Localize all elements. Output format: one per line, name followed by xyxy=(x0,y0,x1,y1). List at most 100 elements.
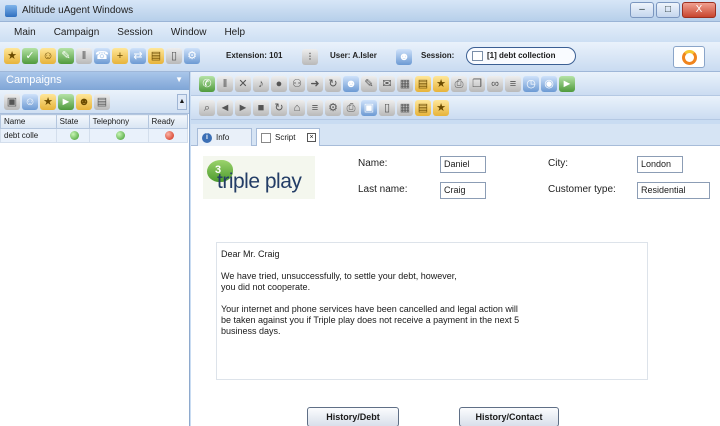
city-label: City: xyxy=(548,158,568,169)
column-header-name[interactable]: Name xyxy=(0,114,57,129)
city-field[interactable]: London xyxy=(637,156,683,173)
campaigns-title: Campaigns xyxy=(6,74,62,86)
mute-icon[interactable]: ♪ xyxy=(253,76,269,92)
column-header-state[interactable]: State xyxy=(55,114,90,129)
next-icon[interactable]: ► xyxy=(559,76,575,92)
pause-icon[interactable]: ‖ xyxy=(76,48,92,64)
campaign-open-icon[interactable]: ▣ xyxy=(4,94,20,110)
customer-type-field[interactable]: Residential xyxy=(637,182,710,199)
user-icon[interactable]: ☻ xyxy=(396,49,412,65)
session-label: Session: xyxy=(421,51,455,60)
letter-line-4: be taken against you if Triple play does… xyxy=(221,315,520,325)
close-icon[interactable]: × xyxy=(307,133,316,142)
navigation-toolbar: ⌕ ◄ ► ■ ↻ ⌂ ≡ ⚙ ⎙ ▣ ▯ ▦ ▤ ★ xyxy=(191,96,720,120)
chevron-down-icon[interactable]: ▼ xyxy=(175,75,183,84)
nav-view-icon[interactable]: ▣ xyxy=(361,100,377,116)
document-icon xyxy=(261,133,271,143)
call-toolbar: ✆ ‖ ✕ ♪ ● ⚇ ➜ ↻ ☻ ✎ ✉ ▦ ▤ ★ ⎙ ❐ ∞ ≡ ◷ ◉ … xyxy=(191,72,720,96)
menu-campaign[interactable]: Campaign xyxy=(48,27,112,38)
campaigns-toolbar: ▣ ☺ ★ ► ☻ ▤ ▲ xyxy=(0,90,189,114)
copy-icon[interactable]: ❐ xyxy=(469,76,485,92)
history-contact-button[interactable]: History/Contact xyxy=(459,407,559,426)
print-icon[interactable]: ⎙ xyxy=(451,76,467,92)
state-green-icon xyxy=(69,131,79,141)
redial-icon[interactable]: ↻ xyxy=(325,76,341,92)
nav-refresh-icon[interactable]: ↻ xyxy=(271,100,287,116)
agent-icon[interactable]: ☻ xyxy=(343,76,359,92)
conference-icon[interactable]: ⚇ xyxy=(289,76,305,92)
campaign-ready-icon[interactable]: ★ xyxy=(40,94,56,110)
star-icon[interactable]: ★ xyxy=(433,76,449,92)
nav-print-icon[interactable]: ⎙ xyxy=(343,100,359,116)
nav-back-icon[interactable]: ◄ xyxy=(217,100,233,116)
letter-salutation: Dear Mr. Craig xyxy=(221,249,280,259)
forward-icon[interactable]: ➜ xyxy=(307,76,323,92)
nav-star-icon[interactable]: ★ xyxy=(433,100,449,116)
maximize-button[interactable]: □ xyxy=(656,2,680,18)
ready-cell xyxy=(147,128,189,143)
list-icon[interactable]: ≡ xyxy=(505,76,521,92)
campaign-properties-icon[interactable]: ▤ xyxy=(94,94,110,110)
nav-list-icon[interactable]: ≡ xyxy=(307,100,323,116)
link-icon[interactable]: ∞ xyxy=(487,76,503,92)
folder-open-icon[interactable]: ▤ xyxy=(415,76,431,92)
add-contact-icon[interactable]: + xyxy=(112,48,128,64)
minimize-button[interactable]: – xyxy=(630,2,654,18)
column-header-ready[interactable]: Ready xyxy=(147,114,189,129)
ready-red-icon xyxy=(164,131,174,141)
nav-settings-icon[interactable]: ⚙ xyxy=(325,100,341,116)
scroll-up-icon[interactable]: ▲ xyxy=(177,94,187,110)
ready-icon[interactable]: ✓ xyxy=(22,48,38,64)
clock-icon[interactable]: ◷ xyxy=(523,76,539,92)
customer-type-label: Customer type: xyxy=(548,184,616,195)
dial-icon[interactable]: ✆ xyxy=(199,76,215,92)
folder-icon[interactable]: ▤ xyxy=(148,48,164,64)
campaign-signin-icon[interactable]: ☺ xyxy=(22,94,38,110)
campaign-start-icon[interactable]: ► xyxy=(58,94,74,110)
separator-icon: ⁝ xyxy=(302,49,318,65)
nav-table-icon[interactable]: ▦ xyxy=(397,100,413,116)
phone-icon[interactable]: ☎ xyxy=(94,48,110,64)
last-name-field[interactable]: Craig xyxy=(440,182,486,199)
settings-icon[interactable]: ⚙ xyxy=(184,48,200,64)
note-icon[interactable]: ✎ xyxy=(361,76,377,92)
window-controls: – □ X xyxy=(630,2,716,18)
menu-main[interactable]: Main xyxy=(8,27,48,38)
tab-info[interactable]: i Info xyxy=(197,128,252,146)
mail-icon[interactable]: ✉ xyxy=(379,76,395,92)
close-button[interactable]: X xyxy=(682,2,716,18)
triple-play-logo: 3 triple play xyxy=(203,156,315,199)
agents-icon[interactable]: ☺ xyxy=(40,48,56,64)
pencil-icon[interactable]: ✎ xyxy=(58,48,74,64)
main-toolbar: ★ ✓ ☺ ✎ ‖ ☎ + ⇄ ▤ ▯ ⚙ Extension: 101 ⁝ U… xyxy=(0,42,720,72)
table-row[interactable]: debt colle xyxy=(0,128,189,143)
document-icon[interactable]: ▯ xyxy=(166,48,182,64)
menu-window[interactable]: Window xyxy=(165,27,219,38)
column-header-telephony[interactable]: Telephony xyxy=(88,114,149,129)
transfer-icon[interactable]: ⇄ xyxy=(130,48,146,64)
menu-session[interactable]: Session xyxy=(111,27,165,38)
nav-folder-icon[interactable]: ▤ xyxy=(415,100,431,116)
tab-script[interactable]: Script × xyxy=(256,128,320,147)
last-name-label: Last name: xyxy=(358,184,408,195)
window-title: Altitude uAgent Windows xyxy=(22,5,134,16)
campaigns-header: Campaigns ▼ xyxy=(0,72,189,90)
search-icon[interactable]: ⌕ xyxy=(199,100,215,116)
letter-line-2: you did not cooperate. xyxy=(221,282,311,292)
nav-document-icon[interactable]: ▯ xyxy=(379,100,395,116)
globe-icon[interactable]: ◉ xyxy=(541,76,557,92)
nav-forward-icon[interactable]: ► xyxy=(235,100,251,116)
nav-stop-icon[interactable]: ■ xyxy=(253,100,269,116)
nav-home-icon[interactable]: ⌂ xyxy=(289,100,305,116)
name-field[interactable]: Daniel xyxy=(440,156,486,173)
session-selector[interactable]: [1] debt collection xyxy=(466,47,576,65)
history-debt-button[interactable]: History/Debt xyxy=(307,407,399,426)
record-icon[interactable]: ● xyxy=(271,76,287,92)
calendar-icon[interactable]: ▦ xyxy=(397,76,413,92)
campaigns-table: Name State Telephony Ready debt colle xyxy=(0,114,189,143)
hold-icon[interactable]: ‖ xyxy=(217,76,233,92)
campaign-agents-icon[interactable]: ☻ xyxy=(76,94,92,110)
menu-help[interactable]: Help xyxy=(218,27,257,38)
hangup-icon[interactable]: ✕ xyxy=(235,76,251,92)
login-icon[interactable]: ★ xyxy=(4,48,20,64)
